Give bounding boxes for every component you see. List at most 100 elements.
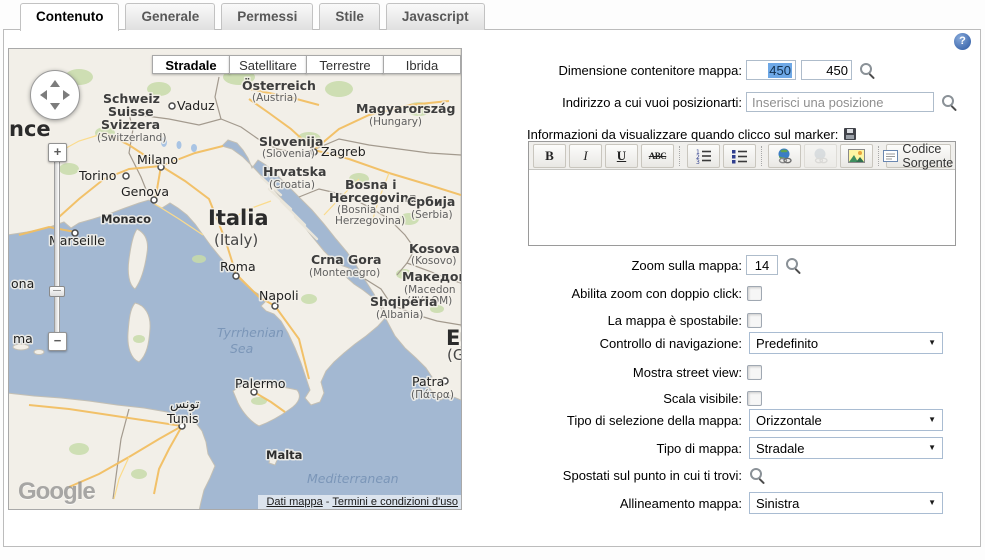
selection-type-row: Tipo di selezione della mappa: Orizzonta… [521, 409, 943, 431]
editor-source-label: Codice Sorgente [902, 141, 954, 170]
zoom-slider-handle[interactable] [49, 286, 65, 297]
dropdown-caret-icon: ▼ [928, 338, 936, 347]
map-label: (Hungary) [369, 116, 422, 128]
zoom-search-icon[interactable] [785, 257, 802, 274]
dropdown-caret-icon: ▼ [928, 443, 936, 452]
map-label: تونس [170, 396, 200, 412]
alignment-select[interactable]: Sinistra ▼ [749, 492, 943, 514]
tab-javascript[interactable]: Javascript [385, 3, 485, 30]
image-icon [848, 148, 866, 163]
street-view-checkbox[interactable] [747, 364, 762, 380]
map-label: Hrvatska [263, 164, 326, 179]
editor-toolbar: B I U ABC 1 2 3 Codice Sorgente [529, 142, 955, 170]
terms-link[interactable]: Termini e condizioni d'uso [332, 496, 458, 508]
editor-bold-button[interactable]: B [533, 143, 566, 168]
map-type-row: Tipo di mappa: Stradale ▼ [521, 437, 943, 459]
dimension-label: Dimensione contenitore mappa: [558, 62, 742, 78]
tab-contenuto[interactable]: Contenuto [20, 3, 120, 31]
editor-italic-button[interactable]: I [569, 143, 602, 168]
zoom-input[interactable]: 14 [746, 255, 778, 275]
toolbar-separator [679, 145, 682, 166]
tab-generale[interactable]: Generale [125, 3, 216, 30]
map-type-button-satellitare[interactable]: Satellitare [229, 55, 307, 74]
google-logo: Google [18, 478, 96, 505]
map-attribution: Dati mappa - Termini e condizioni d'uso [258, 495, 461, 509]
help-icon[interactable]: ? [954, 33, 971, 50]
map-type-value: Stradale [756, 440, 805, 456]
page: { "icons": {"caret": "▼", "plus": "+", "… [0, 0, 985, 560]
alignment-row: Allineamento mappa: Sinistra ▼ [521, 492, 943, 514]
map-label: Magyarország [356, 101, 455, 116]
link-icon [776, 148, 793, 164]
ol-icon: 123 [695, 148, 712, 164]
map-label: (Kosovo) [411, 255, 457, 267]
tab-stile[interactable]: Stile [319, 3, 380, 30]
tab-permessi[interactable]: Permessi [221, 3, 314, 30]
map-preview[interactable]: nce Schweiz Suisse Svizzera (Switzerland) Vad… [8, 48, 462, 510]
draggable-checkbox[interactable] [747, 312, 762, 328]
editor-ol-button[interactable]: 123 [686, 143, 720, 168]
map-type-button-terrestre[interactable]: Terrestre [306, 55, 384, 74]
tab-bar: Contenuto Generale Permessi Stile Javascript [20, 3, 485, 31]
dimension-search-icon[interactable] [859, 62, 876, 79]
zoom-slider-track[interactable] [54, 160, 60, 334]
map-label: (Croatia) [269, 179, 315, 191]
map-type-label: Tipo di mappa: [656, 440, 742, 456]
map-label: (Gre [447, 346, 461, 364]
editor-source-button[interactable]: Codice Sorgente [883, 141, 954, 170]
editor-image-button[interactable] [840, 143, 874, 168]
map-height-input[interactable]: 450 [801, 60, 852, 80]
toolbar-separator [878, 145, 881, 166]
street-view-label: Mostra street view: [632, 364, 742, 380]
map-label: (Serbia) [411, 209, 453, 221]
locate-label: Spostati sul punto in cui ti trovi: [562, 467, 742, 483]
map-label: Crna Gora [311, 252, 381, 267]
scale-checkbox[interactable] [747, 390, 762, 406]
dropdown-caret-icon: ▼ [928, 498, 936, 507]
editor-strike-button[interactable]: ABC [641, 143, 674, 168]
city-dot [168, 102, 176, 110]
pan-arrows-icon [40, 80, 70, 110]
zoom-label: Zoom sulla mappa: [631, 257, 742, 273]
map-label: Monaco [101, 212, 151, 226]
selection-type-select[interactable]: Orizzontale ▼ [749, 409, 943, 431]
editor-unlink-button[interactable] [804, 143, 838, 168]
save-icon[interactable] [844, 128, 857, 140]
map-width-input[interactable]: 450 [746, 60, 796, 80]
editor-link-button[interactable] [768, 143, 802, 168]
map-type-button-ibrida[interactable]: Ibrida [383, 55, 461, 74]
map-label: ona [11, 276, 34, 291]
address-search-icon[interactable] [941, 94, 958, 111]
unlink-icon [812, 148, 829, 164]
scale-label: Scala visibile: [663, 390, 742, 406]
toolbar-separator [760, 145, 764, 166]
map-width-value: 450 [768, 62, 792, 78]
map-label: ma [13, 331, 33, 346]
city-dot [271, 302, 279, 310]
address-input[interactable]: Inserisci una posizione [746, 92, 934, 112]
map-label: (Austria) [252, 92, 297, 104]
zoom-in-button[interactable]: + [48, 143, 67, 162]
map-label: Shqipëria [370, 294, 437, 309]
map-type-button-stradale[interactable]: Stradale [152, 55, 230, 74]
content-panel: ? nce Schweiz Suisse Svizzera (Switzerla… [3, 29, 981, 547]
editor-underline-button[interactable]: U [605, 143, 638, 168]
scale-row: Scala visibile: [521, 387, 762, 409]
nav-control-row: Controllo di navigazione: Predefinito ▼ [521, 332, 943, 354]
dblclick-checkbox[interactable] [747, 285, 762, 301]
editor-content-area[interactable] [529, 170, 955, 245]
map-data-link[interactable]: Dati mappa [266, 496, 322, 508]
strike-icon: ABC [648, 150, 667, 161]
pan-control[interactable] [30, 70, 80, 120]
bold-icon: B [545, 147, 554, 163]
editor-ul-button[interactable] [722, 143, 756, 168]
alignment-value: Sinistra [756, 495, 800, 511]
zoom-out-button[interactable]: − [48, 332, 67, 351]
map-type-select[interactable]: Stradale ▼ [749, 437, 943, 459]
marker-info-label: Informazioni da visualizzare quando clic… [527, 126, 839, 142]
draggable-label: La mappa è spostabile: [607, 312, 742, 328]
map-label: (Albania) [376, 309, 423, 321]
locate-search-icon[interactable] [749, 467, 766, 484]
nav-control-select[interactable]: Predefinito ▼ [749, 332, 943, 354]
map-label: (Montenegro) [309, 267, 380, 279]
